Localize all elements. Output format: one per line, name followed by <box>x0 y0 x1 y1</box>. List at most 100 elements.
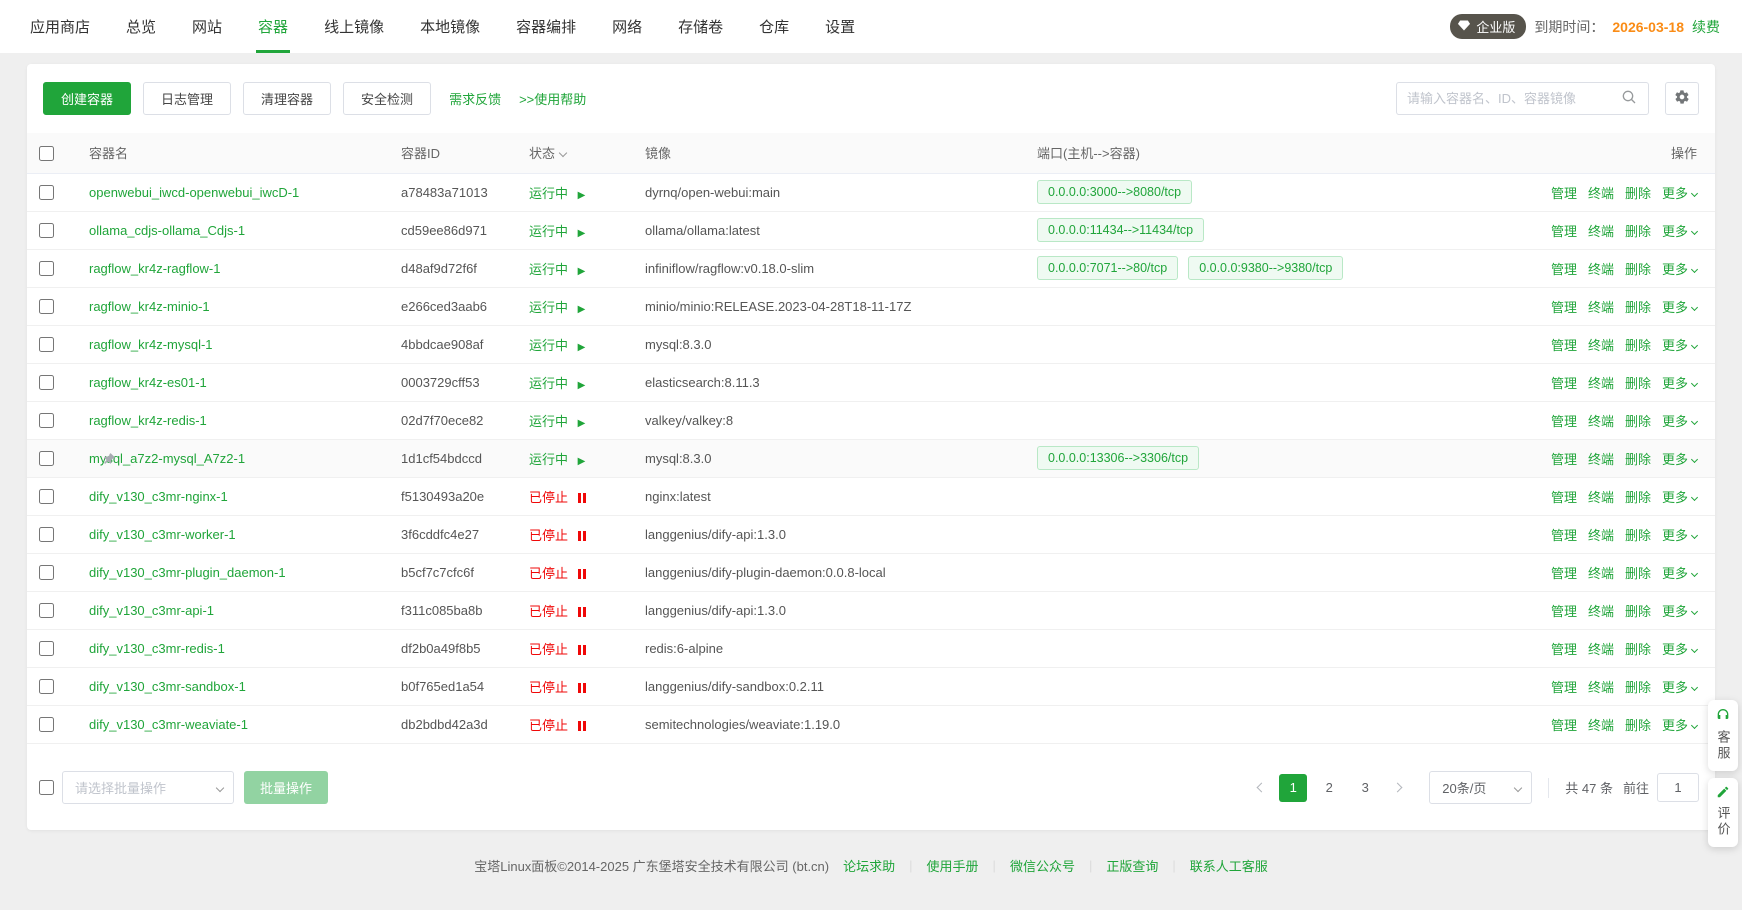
row-action-terminal[interactable]: 终端 <box>1588 528 1614 543</box>
create-container-button[interactable]: 创建容器 <box>43 82 131 115</box>
row-action-more[interactable]: 更多 <box>1662 262 1697 277</box>
row-action-terminal[interactable]: 终端 <box>1588 262 1614 277</box>
usage-help-link[interactable]: >>使用帮助 <box>519 89 586 108</box>
container-name-link[interactable]: openwebui_iwcd-openwebui_iwcD-1 <box>89 185 299 200</box>
container-name-link[interactable]: dify_v130_c3mr-plugin_daemon-1 <box>89 565 286 580</box>
row-action-manage[interactable]: 管理 <box>1551 566 1577 581</box>
batch-operation-select[interactable]: 请选择批量操作 <box>62 771 234 804</box>
row-action-manage[interactable]: 管理 <box>1551 718 1577 733</box>
settings-button[interactable] <box>1665 82 1699 115</box>
container-name-link[interactable]: dify_v130_c3mr-worker-1 <box>89 527 236 542</box>
container-name-link[interactable]: dify_v130_c3mr-redis-1 <box>89 641 225 656</box>
row-checkbox[interactable] <box>39 603 54 618</box>
row-action-delete[interactable]: 删除 <box>1625 528 1651 543</box>
nav-item-2[interactable]: 网站 <box>174 0 240 53</box>
row-action-terminal[interactable]: 终端 <box>1588 604 1614 619</box>
nav-item-10[interactable]: 设置 <box>807 0 873 53</box>
row-action-manage[interactable]: 管理 <box>1551 186 1577 201</box>
footer-link[interactable]: 使用手册 <box>927 856 979 875</box>
row-action-more[interactable]: 更多 <box>1662 680 1697 695</box>
row-action-more[interactable]: 更多 <box>1662 490 1697 505</box>
row-checkbox[interactable] <box>39 185 54 200</box>
nav-item-9[interactable]: 仓库 <box>741 0 807 53</box>
search-button[interactable] <box>1610 83 1648 114</box>
row-action-delete[interactable]: 删除 <box>1625 452 1651 467</box>
container-name-link[interactable]: dify_v130_c3mr-nginx-1 <box>89 489 228 504</box>
footer-link[interactable]: 论坛求助 <box>843 856 895 875</box>
row-action-delete[interactable]: 删除 <box>1625 262 1651 277</box>
row-action-more[interactable]: 更多 <box>1662 566 1697 581</box>
nav-item-3[interactable]: 容器 <box>240 0 306 53</box>
row-action-terminal[interactable]: 终端 <box>1588 452 1614 467</box>
batch-operation-button[interactable]: 批量操作 <box>244 771 328 804</box>
row-action-delete[interactable]: 删除 <box>1625 414 1651 429</box>
nav-item-4[interactable]: 线上镜像 <box>306 0 402 53</box>
renew-link[interactable]: 续费 <box>1692 17 1720 37</box>
row-action-manage[interactable]: 管理 <box>1551 528 1577 543</box>
row-checkbox[interactable] <box>39 337 54 352</box>
nav-item-5[interactable]: 本地镜像 <box>402 0 498 53</box>
row-checkbox[interactable] <box>39 299 54 314</box>
row-action-more[interactable]: 更多 <box>1662 718 1697 733</box>
page-size-select[interactable]: 20条/页 <box>1429 771 1532 804</box>
row-action-manage[interactable]: 管理 <box>1551 376 1577 391</box>
row-action-more[interactable]: 更多 <box>1662 338 1697 353</box>
prev-page-button[interactable] <box>1247 774 1275 802</box>
row-checkbox[interactable] <box>39 641 54 656</box>
rate-widget[interactable]: 评价 <box>1708 778 1738 847</box>
row-action-delete[interactable]: 删除 <box>1625 300 1651 315</box>
row-action-more[interactable]: 更多 <box>1662 642 1697 657</box>
nav-item-7[interactable]: 网络 <box>594 0 660 53</box>
row-action-terminal[interactable]: 终端 <box>1588 718 1614 733</box>
row-checkbox[interactable] <box>39 679 54 694</box>
row-action-manage[interactable]: 管理 <box>1551 680 1577 695</box>
footer-link[interactable]: 正版查询 <box>1106 856 1158 875</box>
row-action-manage[interactable]: 管理 <box>1551 452 1577 467</box>
row-action-delete[interactable]: 删除 <box>1625 376 1651 391</box>
row-action-delete[interactable]: 删除 <box>1625 566 1651 581</box>
row-action-terminal[interactable]: 终端 <box>1588 642 1614 657</box>
row-action-more[interactable]: 更多 <box>1662 300 1697 315</box>
row-action-manage[interactable]: 管理 <box>1551 300 1577 315</box>
page-button-3[interactable]: 3 <box>1351 774 1379 802</box>
footer-link[interactable]: 联系人工客服 <box>1190 856 1268 875</box>
row-action-terminal[interactable]: 终端 <box>1588 300 1614 315</box>
container-name-link[interactable]: ragflow_kr4z-redis-1 <box>89 413 207 428</box>
row-action-delete[interactable]: 删除 <box>1625 680 1651 695</box>
row-action-delete[interactable]: 删除 <box>1625 490 1651 505</box>
row-action-more[interactable]: 更多 <box>1662 604 1697 619</box>
row-action-delete[interactable]: 删除 <box>1625 718 1651 733</box>
footer-link[interactable]: 微信公众号 <box>1010 856 1075 875</box>
row-action-manage[interactable]: 管理 <box>1551 490 1577 505</box>
row-action-manage[interactable]: 管理 <box>1551 642 1577 657</box>
page-button-1[interactable]: 1 <box>1279 774 1307 802</box>
row-action-more[interactable]: 更多 <box>1662 224 1697 239</box>
row-action-manage[interactable]: 管理 <box>1551 338 1577 353</box>
next-page-button[interactable] <box>1383 774 1411 802</box>
row-action-delete[interactable]: 删除 <box>1625 338 1651 353</box>
row-checkbox[interactable] <box>39 717 54 732</box>
container-name-link[interactable]: dify_v130_c3mr-api-1 <box>89 603 214 618</box>
row-action-more[interactable]: 更多 <box>1662 186 1697 201</box>
row-checkbox[interactable] <box>39 261 54 276</box>
row-checkbox[interactable] <box>39 375 54 390</box>
security-check-button[interactable]: 安全检测 <box>343 82 431 115</box>
row-action-delete[interactable]: 删除 <box>1625 224 1651 239</box>
row-action-more[interactable]: 更多 <box>1662 414 1697 429</box>
row-checkbox[interactable] <box>39 413 54 428</box>
container-name-link[interactable]: ragflow_kr4z-minio-1 <box>89 299 210 314</box>
nav-item-1[interactable]: 总览 <box>108 0 174 53</box>
row-action-terminal[interactable]: 终端 <box>1588 338 1614 353</box>
row-action-terminal[interactable]: 终端 <box>1588 414 1614 429</box>
select-all-bottom-checkbox[interactable] <box>39 780 54 795</box>
row-action-more[interactable]: 更多 <box>1662 452 1697 467</box>
row-action-more[interactable]: 更多 <box>1662 376 1697 391</box>
row-checkbox[interactable] <box>39 565 54 580</box>
container-name-link[interactable]: dify_v130_c3mr-weaviate-1 <box>89 717 248 732</box>
row-action-more[interactable]: 更多 <box>1662 528 1697 543</box>
row-action-terminal[interactable]: 终端 <box>1588 376 1614 391</box>
container-name-link[interactable]: dify_v130_c3mr-sandbox-1 <box>89 679 246 694</box>
goto-page-input[interactable] <box>1657 773 1699 802</box>
row-checkbox[interactable] <box>39 489 54 504</box>
column-header-status[interactable]: 状态 <box>519 133 635 173</box>
